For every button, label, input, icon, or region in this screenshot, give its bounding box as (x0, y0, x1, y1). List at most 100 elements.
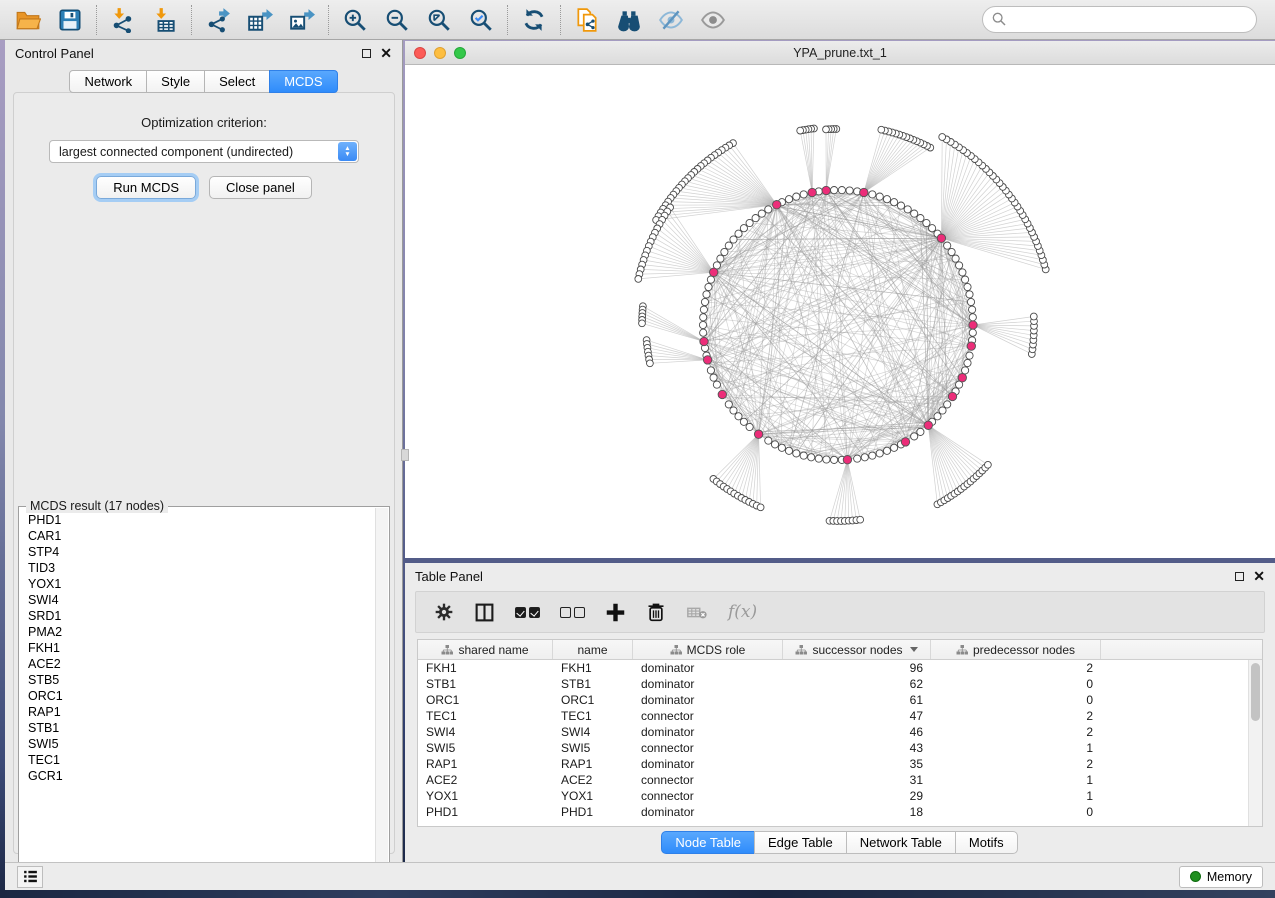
vertical-divider-handle[interactable] (401, 449, 409, 461)
optimization-criterion-select[interactable]: largest connected component (undirected)… (49, 140, 359, 163)
column-header-MCDS-role[interactable]: MCDS role (633, 640, 783, 659)
deselect-all-button[interactable] (560, 607, 585, 618)
tab-mcds[interactable]: MCDS (269, 70, 337, 93)
delete-columns-button[interactable] (646, 602, 666, 622)
tab-network-table[interactable]: Network Table (846, 831, 956, 854)
import-network-icon (110, 7, 136, 33)
float-panel-icon[interactable] (362, 49, 371, 58)
show-all-button[interactable] (695, 4, 731, 36)
empty-box-icon (574, 607, 585, 618)
zoom-selected-button[interactable] (463, 4, 499, 36)
mcds-node-item[interactable]: TEC1 (28, 752, 375, 768)
show-columns-button[interactable] (474, 602, 495, 623)
open-file-button[interactable] (10, 4, 46, 36)
gear-icon (434, 602, 454, 622)
search-network-button[interactable] (611, 4, 647, 36)
mcds-node-item[interactable]: CAR1 (28, 528, 375, 544)
zoom-out-button[interactable] (379, 4, 415, 36)
search-input[interactable] (982, 6, 1257, 33)
mcds-node-item[interactable]: STP4 (28, 544, 375, 560)
clone-network-button[interactable] (569, 4, 605, 36)
mcds-node-item[interactable]: SWI4 (28, 592, 375, 608)
mcds-node-item[interactable]: SRD1 (28, 608, 375, 624)
zoom-in-button[interactable] (337, 4, 373, 36)
mcds-node-item[interactable]: ORC1 (28, 688, 375, 704)
export-table-button[interactable] (242, 4, 278, 36)
mcds-result-scrollbar[interactable] (375, 508, 388, 874)
tab-node-table[interactable]: Node Table (661, 831, 755, 854)
import-table-button[interactable] (147, 4, 183, 36)
table-row[interactable]: YOX1YOX1connector291 (418, 788, 1248, 804)
run-mcds-button[interactable]: Run MCDS (96, 176, 196, 199)
table-cell: FKH1 (418, 661, 553, 675)
toolbar-separator (191, 5, 192, 35)
table-row[interactable]: TEC1TEC1connector472 (418, 708, 1248, 724)
tab-edge-table[interactable]: Edge Table (754, 831, 847, 854)
export-image-button[interactable] (284, 4, 320, 36)
table-cell: SWI5 (553, 741, 633, 755)
table-row[interactable]: FKH1FKH1dominator962 (418, 660, 1248, 676)
import-network-button[interactable] (105, 4, 141, 36)
mcds-node-item[interactable]: GCR1 (28, 768, 375, 784)
save-floppy-icon (57, 7, 83, 33)
add-column-button[interactable] (605, 602, 626, 623)
tab-style[interactable]: Style (146, 70, 205, 93)
table-row[interactable]: ORC1ORC1dominator610 (418, 692, 1248, 708)
zoom-fit-button[interactable] (421, 4, 457, 36)
toolbar-separator (96, 5, 97, 35)
mcds-result-listbox: PHD1CAR1STP4TID3YOX1SWI4SRD1PMA2FKH1ACE2… (18, 506, 390, 876)
apply-styles-button[interactable] (516, 4, 552, 36)
table-scrollbar-thumb[interactable] (1251, 663, 1260, 721)
table-row[interactable]: SWI4SWI4dominator462 (418, 724, 1248, 740)
task-history-button[interactable] (17, 866, 43, 888)
tab-select[interactable]: Select (204, 70, 270, 93)
column-header-predecessor-nodes[interactable]: predecessor nodes (931, 640, 1101, 659)
mcds-node-item[interactable]: STB5 (28, 672, 375, 688)
hide-selected-button[interactable] (653, 4, 689, 36)
column-header-shared-name[interactable]: shared name (418, 640, 553, 659)
table-cell: SWI4 (418, 725, 553, 739)
close-table-panel-icon[interactable]: ✕ (1253, 571, 1265, 581)
table-row[interactable]: PHD1PHD1dominator180 (418, 804, 1248, 820)
network-graph (405, 65, 1275, 558)
close-panel-button[interactable]: Close panel (209, 176, 312, 199)
close-panel-icon[interactable]: ✕ (380, 48, 392, 58)
table-panel-tabs: Node TableEdge TableNetwork TableMotifs (405, 831, 1275, 854)
mcds-node-item[interactable]: SWI5 (28, 736, 375, 752)
eye-icon (700, 7, 726, 33)
memory-button[interactable]: Memory (1179, 866, 1263, 888)
table-options-gear-button[interactable] (434, 602, 454, 622)
mcds-node-item[interactable]: RAP1 (28, 704, 375, 720)
mcds-node-item[interactable]: PMA2 (28, 624, 375, 640)
table-row[interactable]: STB1STB1dominator620 (418, 676, 1248, 692)
mcds-node-item[interactable]: TID3 (28, 560, 375, 576)
table-row[interactable]: SWI5SWI5connector431 (418, 740, 1248, 756)
table-cell: 31 (783, 773, 931, 787)
network-window-titlebar[interactable]: YPA_prune.txt_1 (405, 41, 1275, 65)
table-cell: PHD1 (553, 805, 633, 819)
task-list-icon (22, 868, 39, 885)
table-scrollbar[interactable] (1248, 660, 1262, 826)
function-builder-button[interactable]: f(x) (728, 602, 757, 622)
table-row[interactable]: ACE2ACE2connector311 (418, 772, 1248, 788)
mcds-node-item[interactable]: FKH1 (28, 640, 375, 656)
float-table-panel-icon[interactable] (1235, 572, 1244, 581)
export-network-button[interactable] (200, 4, 236, 36)
delete-table-button[interactable] (686, 601, 708, 623)
mcds-node-item[interactable]: YOX1 (28, 576, 375, 592)
table-row[interactable]: RAP1RAP1dominator352 (418, 756, 1248, 772)
tab-motifs[interactable]: Motifs (955, 831, 1018, 854)
network-canvas[interactable] (405, 65, 1275, 558)
mcds-node-item[interactable]: PHD1 (28, 512, 375, 528)
search-icon (991, 11, 1007, 27)
table-cell: SWI4 (553, 725, 633, 739)
column-header-name[interactable]: name (553, 640, 633, 659)
control-panel-title: Control Panel (15, 46, 94, 61)
select-all-button[interactable] (515, 607, 540, 618)
tab-network[interactable]: Network (69, 70, 147, 93)
table-cell: connector (633, 709, 783, 723)
column-header-successor-nodes[interactable]: successor nodes (783, 640, 931, 659)
save-session-button[interactable] (52, 4, 88, 36)
mcds-node-item[interactable]: STB1 (28, 720, 375, 736)
mcds-node-item[interactable]: ACE2 (28, 656, 375, 672)
